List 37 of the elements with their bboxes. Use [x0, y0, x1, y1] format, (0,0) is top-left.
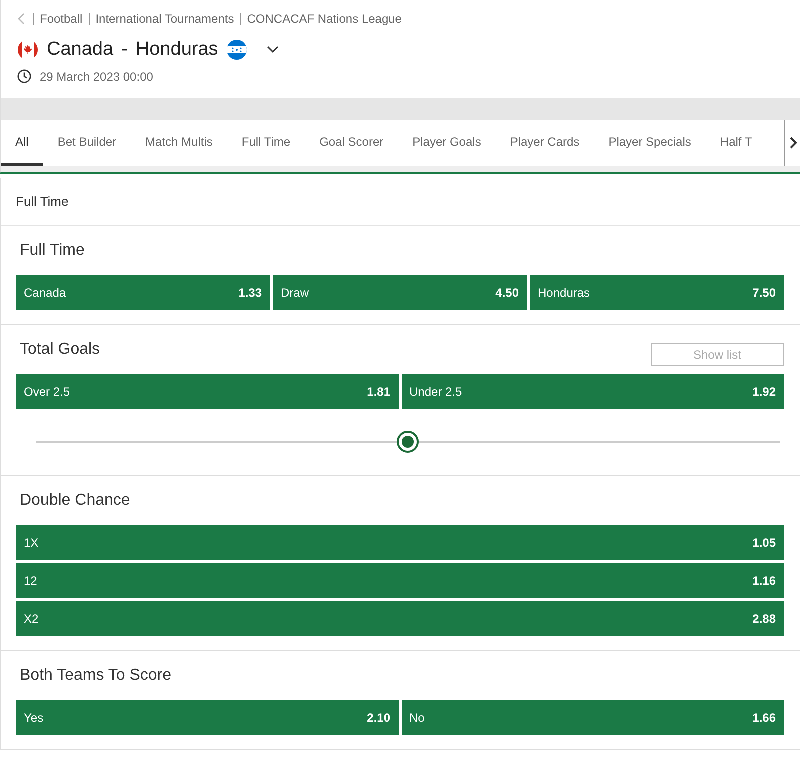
breadcrumb-link[interactable]: International Tournaments	[96, 12, 234, 26]
chevron-right-icon	[788, 137, 796, 149]
market-tab[interactable]: Full Time	[227, 120, 306, 166]
market-tab[interactable]: All	[1, 120, 44, 166]
market-tab[interactable]: Bet Builder	[43, 120, 132, 166]
odds-button[interactable]: 12 1.16	[16, 563, 784, 598]
flag-icon	[226, 39, 248, 61]
separator-text: -	[122, 39, 128, 61]
match-date: 29 March 2023 00:00	[40, 70, 154, 84]
scroll-right-button[interactable]	[784, 120, 800, 166]
odds-button[interactable]: No 1.66	[402, 700, 784, 735]
market-tab[interactable]: Match Multis	[131, 120, 228, 166]
market-tab[interactable]: Player Goals	[398, 120, 496, 166]
market-tab[interactable]: Player Specials	[594, 120, 706, 166]
market-title: Total Goals	[19, 340, 100, 358]
clock-icon	[17, 69, 32, 84]
odds-button[interactable]: Draw 4.50	[273, 275, 527, 310]
breadcrumb-link[interactable]: Football	[40, 12, 83, 26]
breadcrumb-link[interactable]: CONCACAF Nations League	[247, 12, 402, 26]
chevron-down-icon[interactable]	[266, 45, 280, 55]
market-tab[interactable]: Player Cards	[496, 120, 594, 166]
odds-button[interactable]: Canada 1.33	[16, 275, 270, 310]
slider-thumb[interactable]	[397, 431, 419, 453]
team-name: Canada	[47, 39, 114, 61]
market-title: Both Teams To Score	[19, 666, 172, 684]
section-heading: Full Time	[1, 178, 800, 226]
market-tab[interactable]: Half T	[706, 120, 767, 166]
odds-button[interactable]: Over 2.5 1.81	[16, 374, 398, 409]
odds-button[interactable]: Honduras 7.50	[530, 275, 784, 310]
odds-button[interactable]: 1X 1.05	[16, 525, 784, 560]
market-title: Full Time	[19, 242, 85, 260]
odds-button[interactable]: X2 2.88	[16, 601, 784, 636]
market-title: Double Chance	[19, 492, 130, 510]
odds-button[interactable]: Yes 2.10	[16, 700, 398, 735]
market-tab[interactable]: Goal Scorer	[305, 120, 398, 166]
odds-button[interactable]: Under 2.5 1.92	[402, 374, 784, 409]
team-name: Honduras	[136, 39, 218, 61]
